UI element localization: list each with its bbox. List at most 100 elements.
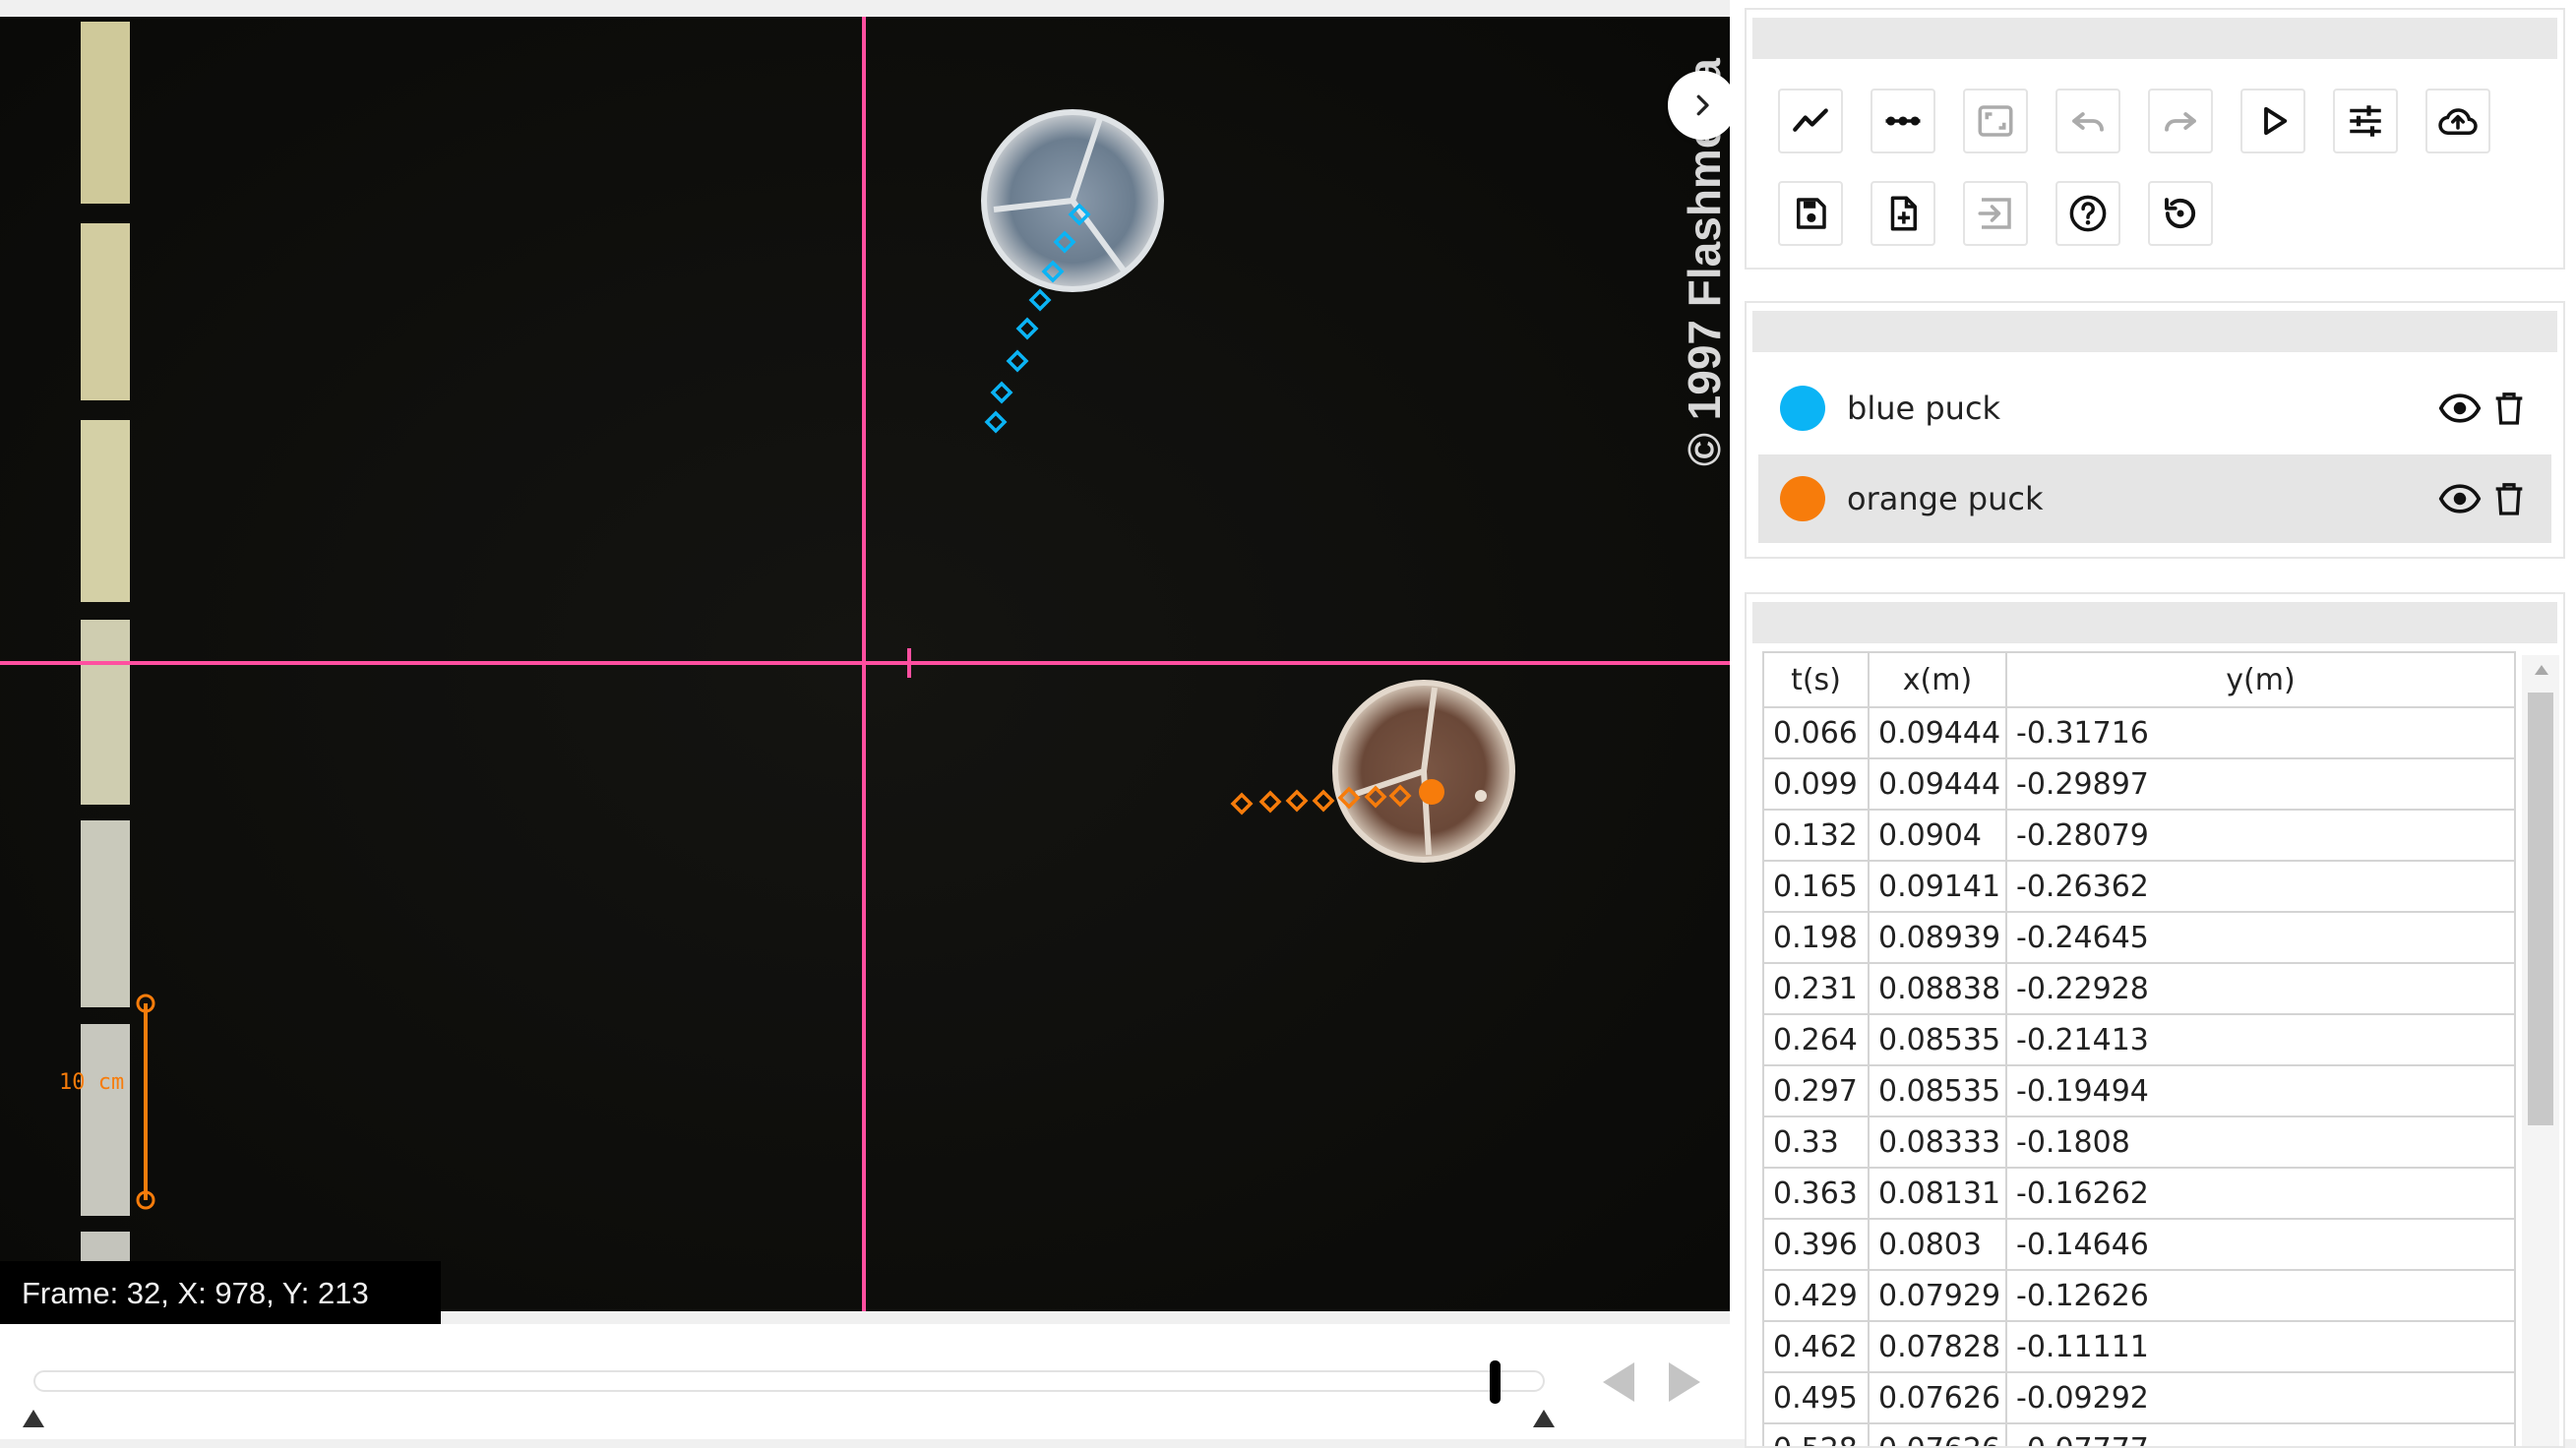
cell-t: 0.528 <box>1762 1422 1870 1446</box>
table-row[interactable]: 0.5280.07626-0.07777 <box>1762 1422 2516 1446</box>
track-name: blue puck <box>1847 390 2001 427</box>
video-canvas[interactable]: © 1997 Flashmedia 10 cm <box>0 17 1730 1311</box>
current-frame-marker[interactable] <box>1419 779 1444 805</box>
blue-puck <box>981 109 1164 292</box>
cell-x: 0.07828 <box>1868 1320 2007 1373</box>
cell-y: -0.24645 <box>2005 911 2516 964</box>
cell-t: 0.363 <box>1762 1167 1870 1220</box>
table-row[interactable]: 0.462 0.07828 -0.11111 <box>1762 1320 2516 1373</box>
reset-button[interactable] <box>2148 181 2213 246</box>
cell-t: 0.066 <box>1762 706 1870 759</box>
cell-x: 0.09141 <box>1868 860 2007 913</box>
dots-icon <box>1885 116 1921 126</box>
column-header-t[interactable]: t(s) <box>1762 651 1870 708</box>
track-row-blue-puck[interactable]: blue puck <box>1758 364 2551 452</box>
cell-y: -0.07777 <box>2005 1422 2516 1446</box>
cell-x: 0.08535 <box>1868 1013 2007 1066</box>
table-row[interactable]: 0.132 0.0904 -0.28079 <box>1762 809 2516 862</box>
line-plot-button[interactable] <box>1778 89 1843 153</box>
table-row[interactable]: 0.099 0.09444 -0.29897 <box>1762 757 2516 811</box>
data-table: t(s) x(m) y(m) 0.066 0.09444 -0.31716 0.099… <box>1762 651 2516 1446</box>
column-header-y[interactable]: y(m) <box>2005 651 2516 708</box>
cell-t: 0.198 <box>1762 911 1870 964</box>
tracks-card: blue puck orange puck <box>1745 301 2565 559</box>
frame-slider[interactable] <box>33 1370 1545 1392</box>
toolbar-card <box>1745 8 2565 270</box>
range-start-marker[interactable] <box>22 1409 45 1428</box>
cell-t: 0.33 <box>1762 1116 1870 1169</box>
frame-slider-thumb[interactable] <box>1490 1360 1501 1404</box>
table-row[interactable]: 0.297 0.08535 -0.19494 <box>1762 1064 2516 1117</box>
table-row[interactable]: 0.264 0.08535 -0.21413 <box>1762 1013 2516 1066</box>
cell-x: 0.0803 <box>1868 1218 2007 1271</box>
table-scrollbar-thumb[interactable] <box>2528 693 2553 1125</box>
cloud-upload-button[interactable] <box>2425 89 2490 153</box>
play-button[interactable] <box>2240 89 2305 153</box>
delete-track-button[interactable] <box>2484 474 2534 523</box>
undo-icon <box>2072 112 2104 132</box>
visibility-toggle[interactable] <box>2435 384 2484 433</box>
toolbar-card-header <box>1752 18 2557 59</box>
table-row[interactable]: 0.33 0.08333 -0.1808 <box>1762 1116 2516 1169</box>
fit-frame-icon <box>1978 105 2013 137</box>
redo-button[interactable] <box>2148 89 2213 153</box>
play-icon <box>2264 106 2288 136</box>
cell-y: -0.16262 <box>2005 1167 2516 1220</box>
cell-x: 0.08131 <box>1868 1167 2007 1220</box>
cell-x: 0.08333 <box>1868 1116 2007 1169</box>
chevron-right-icon <box>1696 94 1709 116</box>
tune-icon <box>2350 105 2381 137</box>
cell-t: 0.264 <box>1762 1013 1870 1066</box>
dots-button[interactable] <box>1871 89 1935 153</box>
cell-x: 0.0904 <box>1868 809 2007 862</box>
cell-y: -0.14646 <box>2005 1218 2516 1271</box>
tracks-card-header <box>1752 311 2557 352</box>
cell-t: 0.099 <box>1762 757 1870 811</box>
table-row[interactable]: 0.198 0.08939 -0.24645 <box>1762 911 2516 964</box>
tune-button[interactable] <box>2333 89 2398 153</box>
cell-t: 0.495 <box>1762 1371 1870 1424</box>
table-row[interactable]: 0.396 0.0803 -0.14646 <box>1762 1218 2516 1271</box>
table-row[interactable]: 0.231 0.08838 -0.22928 <box>1762 962 2516 1015</box>
cell-y: -0.1808 <box>2005 1116 2516 1169</box>
cell-x: 0.08838 <box>1868 962 2007 1015</box>
scroll-up-arrow-icon[interactable] <box>2533 663 2550 677</box>
undo-button[interactable] <box>2055 89 2120 153</box>
triangle-right-icon[interactable] <box>1667 1360 1702 1404</box>
video-frame[interactable]: © 1997 Flashmedia 10 cm <box>0 17 1730 1311</box>
cell-t: 0.132 <box>1762 809 1870 862</box>
trash-icon <box>2495 392 2523 425</box>
track-color-swatch[interactable] <box>1780 386 1825 431</box>
cell-y: -0.21413 <box>2005 1013 2516 1066</box>
panel-toggle-button[interactable] <box>1668 71 1737 140</box>
visibility-toggle[interactable] <box>2435 474 2484 523</box>
table-row[interactable]: 0.429 0.07929 -0.12626 <box>1762 1269 2516 1322</box>
cell-t: 0.231 <box>1762 962 1870 1015</box>
table-row[interactable]: 0.165 0.09141 -0.26362 <box>1762 860 2516 913</box>
track-row-orange-puck[interactable]: orange puck <box>1758 454 2551 543</box>
delete-track-button[interactable] <box>2484 384 2534 433</box>
range-end-marker[interactable] <box>1532 1409 1556 1428</box>
cell-x: 0.07929 <box>1868 1269 2007 1322</box>
calibration-label: 10 cm <box>59 1070 124 1095</box>
frame-status: Frame: 32, X: 978, Y: 213 <box>0 1261 441 1326</box>
fit-frame-button[interactable] <box>1963 89 2028 153</box>
column-header-x[interactable]: x(m) <box>1868 651 2007 708</box>
track-color-swatch[interactable] <box>1780 476 1825 521</box>
table-row[interactable]: 0.066 0.09444 -0.31716 <box>1762 706 2516 759</box>
video-pane: © 1997 Flashmedia 10 cm Frame: 32, X: 97… <box>0 0 1737 1326</box>
cell-x: 0.09444 <box>1868 706 2007 759</box>
cell-y: -0.26362 <box>2005 860 2516 913</box>
cell-x: 0.09444 <box>1868 757 2007 811</box>
table-row[interactable]: 0.495 0.07626 -0.09292 <box>1762 1371 2516 1424</box>
triangle-left-icon[interactable] <box>1601 1360 1636 1404</box>
help-button[interactable] <box>2055 181 2120 246</box>
cell-y: -0.22928 <box>2005 962 2516 1015</box>
save-button[interactable] <box>1778 181 1843 246</box>
track-name: orange puck <box>1847 480 2044 517</box>
new-file-button[interactable] <box>1871 181 1935 246</box>
table-row[interactable]: 0.363 0.08131 -0.16262 <box>1762 1167 2516 1220</box>
import-button[interactable] <box>1963 181 2028 246</box>
line-plot-icon <box>1793 108 1828 132</box>
cell-y: -0.09292 <box>2005 1371 2516 1424</box>
